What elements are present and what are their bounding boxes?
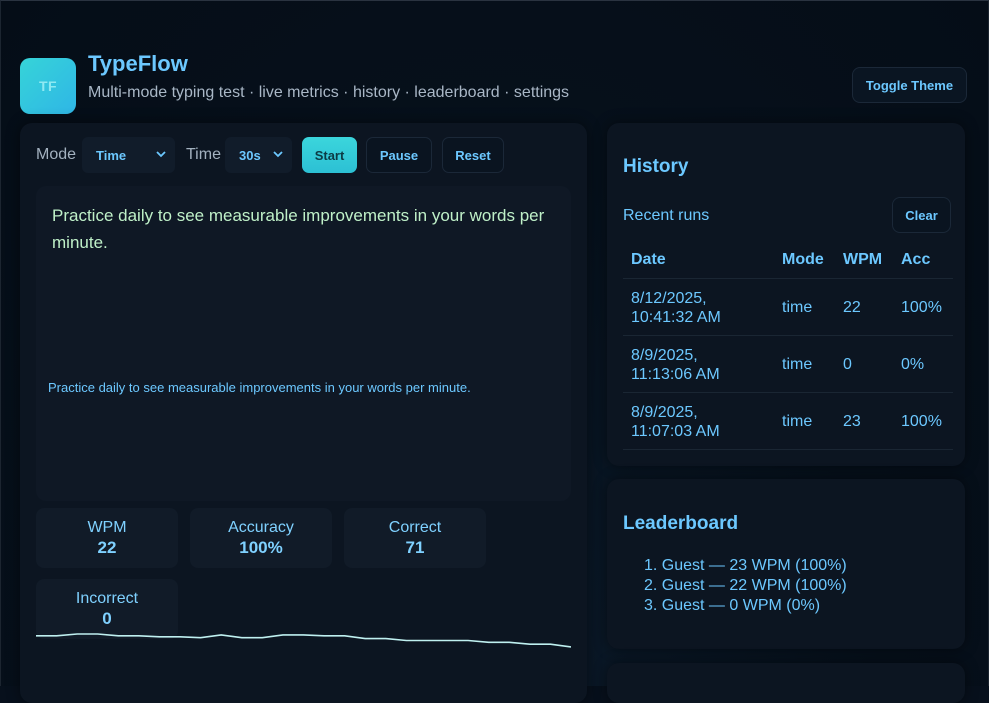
clear-history-button[interactable]: Clear [892,197,951,233]
incorrect-value: 0 [102,608,112,628]
typed-input-text[interactable]: Practice daily to see measurable improve… [48,380,471,395]
column-header-acc: Acc [901,251,931,268]
mode-select-value: Time [96,147,127,163]
reset-button[interactable]: Reset [442,137,504,173]
app-window: TF TypeFlow Multi-mode typing test · liv… [0,0,989,703]
incorrect-stat: Incorrect 0 [36,579,178,639]
time-label: Time [186,146,221,163]
history-subtitle: Recent runs [623,207,710,224]
target-passage: Practice daily to see measurable improve… [52,206,545,252]
row-mode: time [782,413,813,430]
time-select-value: 30s [239,147,261,163]
row-wpm: 22 [843,299,861,316]
accuracy-value: 100% [239,537,283,557]
history-title: History [623,156,689,177]
correct-label: Correct [388,518,442,536]
app-title: TypeFlow [88,51,188,76]
incorrect-label: Incorrect [75,589,139,607]
wpm-value: 22 [97,537,117,557]
leaderboard-entry: 3. Guest — 0 WPM (0%) [644,597,821,614]
accuracy-label: Accuracy [228,518,294,536]
table-divider [623,392,953,393]
wpm-stat: WPM 22 [36,508,178,568]
settings-panel [607,663,965,703]
sparkline-series [36,633,571,648]
row-date-line1: 8/9/2025, [631,404,698,421]
column-header-date: Date [631,251,666,268]
mode-label: Mode [36,146,77,163]
chevron-down-icon [273,151,283,158]
time-select[interactable]: 30s [225,137,292,173]
row-acc: 0% [901,356,925,373]
pause-button[interactable]: Pause [366,137,432,173]
mode-select[interactable]: Time [82,137,175,173]
table-divider [623,335,953,336]
column-header-mode: Mode [782,251,824,268]
row-date-line2: 10:41:32 AM [631,309,721,326]
row-date-line1: 8/12/2025, [631,290,707,307]
wpm-sparkline [36,633,571,648]
row-date-line2: 11:13:06 AM [631,366,720,383]
column-header-wpm: WPM [843,251,883,268]
start-button[interactable]: Start [302,137,357,173]
leaderboard-entry: 1. Guest — 23 WPM (100%) [644,557,847,574]
app-subtitle: Multi-mode typing test · live metrics · … [88,84,570,101]
chevron-down-icon [156,151,166,158]
row-wpm: 23 [843,413,861,430]
app-logo: TF [20,58,76,114]
logo-text: TF [38,78,58,94]
wpm-label: WPM [87,518,127,536]
row-acc: 100% [901,413,942,430]
row-mode: time [782,299,813,316]
row-date-line1: 8/9/2025, [631,347,698,364]
correct-stat: Correct 71 [344,508,486,568]
leaderboard-entry: 2. Guest — 22 WPM (100%) [644,577,847,594]
leaderboard-title: Leaderboard [623,513,739,534]
accuracy-stat: Accuracy 100% [190,508,332,568]
correct-value: 71 [405,537,425,557]
row-mode: time [782,356,813,373]
row-acc: 100% [901,299,942,316]
leaderboard-list: 1. Guest — 23 WPM (100%) 2. Guest — 22 W… [644,556,847,616]
row-date-line2: 11:07:03 AM [631,423,720,440]
toggle-theme-button[interactable]: Toggle Theme [852,67,967,103]
table-divider [623,278,953,279]
table-divider [623,449,953,450]
row-wpm: 0 [843,356,852,373]
